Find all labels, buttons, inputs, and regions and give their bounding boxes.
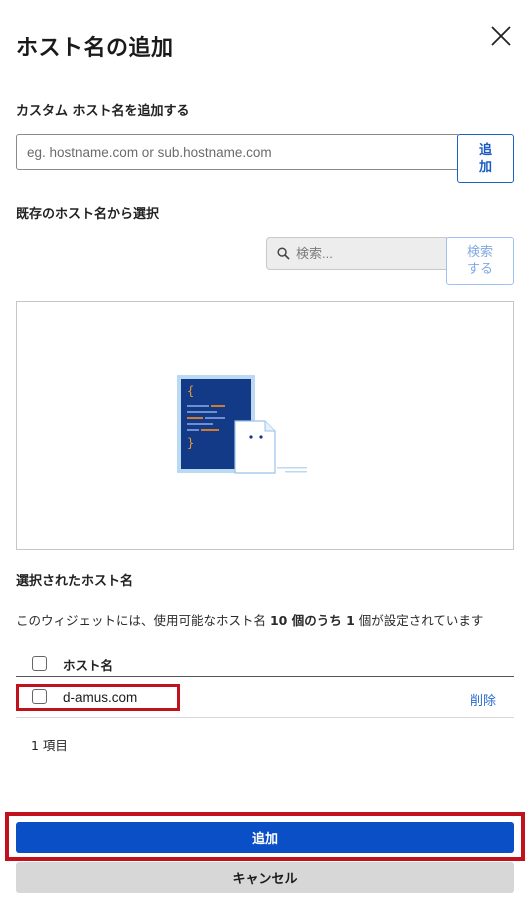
add-hostname-label-1: 追 bbox=[478, 142, 492, 158]
custom-hostname-input[interactable] bbox=[16, 134, 458, 170]
row-highlight-box bbox=[16, 684, 180, 711]
close-button[interactable] bbox=[489, 24, 513, 48]
close-icon bbox=[491, 26, 511, 46]
add-button[interactable]: 追加 bbox=[16, 822, 514, 853]
desc-total: 10 個のうち 1 bbox=[269, 613, 355, 628]
search-button[interactable]: 検索 する bbox=[446, 237, 514, 285]
cancel-button[interactable]: キャンセル bbox=[16, 862, 514, 893]
desc-suffix: 個が設定されています bbox=[354, 613, 484, 628]
search-icon bbox=[277, 247, 290, 260]
add-hostname-button[interactable]: 追 加 bbox=[457, 134, 514, 183]
empty-results-panel: { } bbox=[16, 301, 514, 550]
search-input[interactable] bbox=[296, 246, 436, 261]
item-count: 1 項目 bbox=[31, 738, 68, 753]
search-box[interactable] bbox=[266, 237, 447, 270]
select-all-checkbox[interactable] bbox=[32, 656, 47, 671]
custom-hostname-label: カスタム ホスト名を追加する bbox=[16, 104, 190, 119]
delete-link[interactable]: 削除 bbox=[470, 690, 496, 709]
search-button-label-2: する bbox=[466, 262, 493, 277]
search-button-label-1: 検索 bbox=[466, 245, 493, 260]
table-header-divider bbox=[16, 676, 514, 677]
svg-text:{: { bbox=[187, 384, 194, 398]
empty-code-illustration: { } bbox=[177, 375, 307, 474]
existing-hostname-label: 既存のホスト名から選択 bbox=[16, 207, 160, 222]
selected-hostnames-label: 選択されたホスト名 bbox=[16, 574, 134, 589]
svg-text:}: } bbox=[187, 436, 194, 450]
dialog-title: ホスト名の追加 bbox=[16, 36, 174, 61]
table-row-divider bbox=[16, 717, 514, 718]
add-hostname-label-2: 加 bbox=[478, 159, 492, 175]
column-header-hostname: ホスト名 bbox=[63, 658, 114, 673]
desc-prefix: このウィジェットには、使用可能なホスト名 bbox=[16, 613, 270, 628]
hostname-usage-description: このウィジェットには、使用可能なホスト名 10 個のうち 1 個が設定されていま… bbox=[16, 610, 483, 629]
